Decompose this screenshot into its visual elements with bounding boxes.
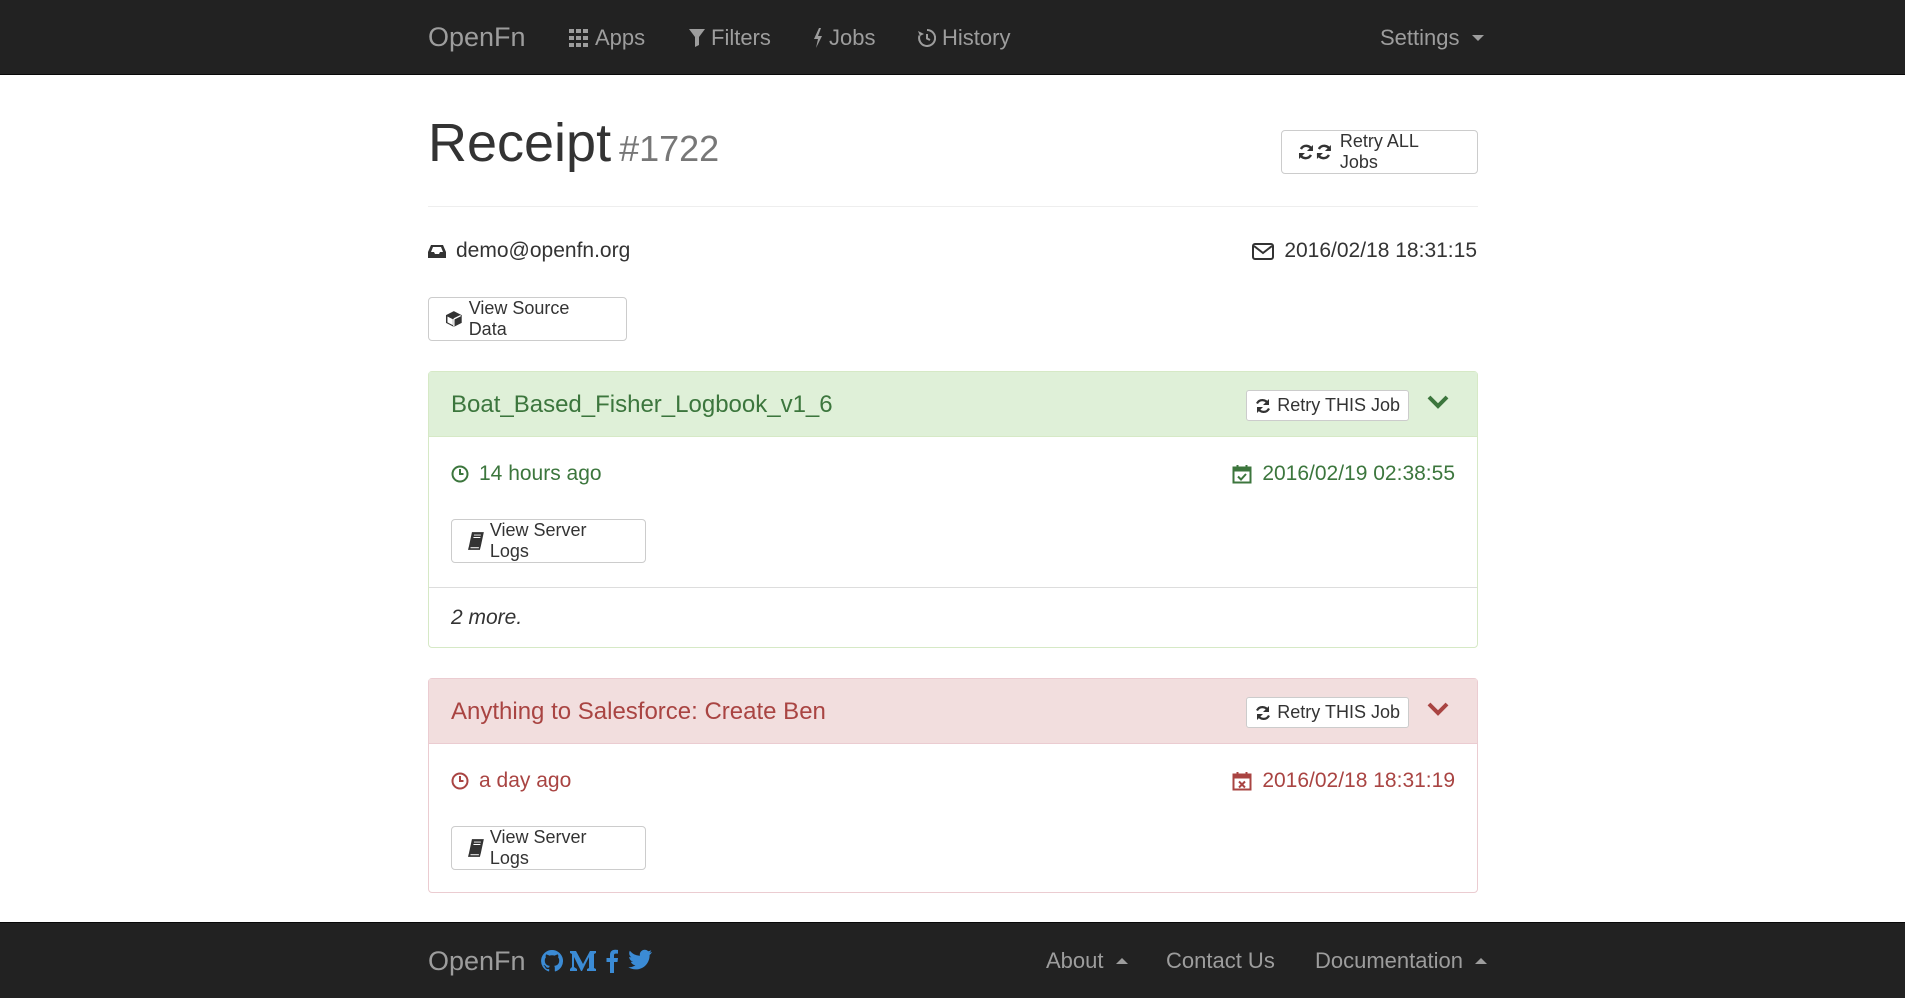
view-server-logs-label: View Server Logs <box>489 827 587 868</box>
retry-this-job-button[interactable]: Retry THIS Job <box>1246 390 1409 421</box>
refresh-icon <box>1256 398 1271 413</box>
job-relative-time: a day ago <box>451 769 571 793</box>
relative-time-text: a day ago <box>479 769 572 792</box>
caret-up-icon <box>1115 958 1128 964</box>
nav-item-label: Filters <box>711 24 771 50</box>
twitter-icon[interactable] <box>628 949 652 976</box>
grid-icon <box>569 28 588 47</box>
footer-about-dropdown[interactable]: About <box>1046 923 1128 999</box>
settings-dropdown[interactable]: Settings <box>1380 0 1484 75</box>
job-run-panel-success: Boat_Based_Fisher_Logbook_v1_6 Retry THI… <box>428 371 1478 648</box>
job-timestamp: 2016/02/18 18:31:19 <box>1232 769 1455 793</box>
facebook-icon[interactable] <box>605 949 619 978</box>
github-icon[interactable] <box>540 949 564 978</box>
receipt-received-time: 2016/02/18 18:31:15 <box>1252 239 1477 263</box>
nav-item-filters[interactable]: Filters <box>689 0 771 75</box>
documentation-label: Documentation <box>1315 948 1463 973</box>
receipt-source: demo@openfn.org <box>428 239 630 263</box>
clock-icon <box>451 772 469 790</box>
refresh-icon <box>1256 705 1271 720</box>
timestamp-text: 2016/02/18 18:31:19 <box>1262 769 1455 792</box>
receipt-number: #1722 <box>619 128 720 169</box>
nav-item-label: Apps <box>595 24 646 50</box>
retry-this-job-button[interactable]: Retry THIS Job <box>1246 697 1409 728</box>
view-source-label: View Source Data <box>468 298 570 339</box>
nav-item-label: History <box>942 24 1011 50</box>
timestamp-text: 2016/02/19 02:38:55 <box>1262 462 1455 485</box>
bolt-icon <box>814 27 822 48</box>
caret-up-icon <box>1474 958 1487 964</box>
footer-contact-link[interactable]: Contact Us <box>1166 923 1275 999</box>
view-server-logs-button[interactable]: View Server Logs <box>451 826 646 870</box>
settings-label: Settings <box>1380 24 1460 50</box>
book-icon <box>468 532 484 550</box>
about-label: About <box>1046 948 1104 973</box>
view-server-logs-button[interactable]: View Server Logs <box>451 519 646 563</box>
nav-item-label: Jobs <box>829 24 876 50</box>
caret-down-icon <box>1471 34 1484 41</box>
job-name[interactable]: Boat_Based_Fisher_Logbook_v1_6 <box>451 372 833 437</box>
envelope-icon <box>1252 242 1275 260</box>
retry-this-job-label: Retry THIS Job <box>1277 395 1400 415</box>
chevron-down-icon[interactable] <box>1427 394 1449 410</box>
job-panel-heading: Anything to Salesforce: Create Ben Retry… <box>429 679 1477 744</box>
job-run-panel-failure: Anything to Salesforce: Create Ben Retry… <box>428 678 1478 893</box>
footer-brand[interactable]: OpenFn <box>428 923 526 999</box>
chevron-down-icon[interactable] <box>1427 701 1449 717</box>
filter-icon <box>689 28 705 47</box>
more-runs-note: 2 more. <box>429 587 1477 647</box>
history-icon <box>918 28 936 47</box>
book-icon <box>468 839 484 857</box>
inbox-icon <box>428 245 446 258</box>
page-title: Receipt #1722 <box>428 112 719 174</box>
nav-item-history[interactable]: History <box>918 0 1010 75</box>
job-timestamp: 2016/02/19 02:38:55 <box>1232 462 1455 486</box>
cube-icon <box>445 311 462 327</box>
received-timestamp: 2016/02/18 18:31:15 <box>1284 239 1477 262</box>
footer-navbar: OpenFn About Contact Us Documentation <box>0 922 1905 998</box>
navbar-brand[interactable]: OpenFn <box>428 0 526 75</box>
job-relative-time: 14 hours ago <box>451 462 602 486</box>
view-server-logs-label: View Server Logs <box>489 520 587 561</box>
view-source-data-button[interactable]: View Source Data <box>428 297 627 341</box>
header-divider <box>428 206 1478 207</box>
nav-item-apps[interactable]: Apps <box>569 0 645 75</box>
footer-documentation-dropdown[interactable]: Documentation <box>1315 923 1487 999</box>
refresh-icon <box>1298 144 1332 160</box>
retry-this-job-label: Retry THIS Job <box>1277 702 1400 722</box>
nav-item-jobs[interactable]: Jobs <box>813 0 875 75</box>
calendar-check-icon <box>1232 465 1252 484</box>
receipt-title: Receipt <box>428 113 612 173</box>
retry-all-jobs-button[interactable]: Retry ALL Jobs <box>1281 130 1478 174</box>
top-navbar: OpenFn Apps Filters Jobs History Setting… <box>0 0 1905 75</box>
job-panel-heading: Boat_Based_Fisher_Logbook_v1_6 Retry THI… <box>429 372 1477 437</box>
job-name[interactable]: Anything to Salesforce: Create Ben <box>451 679 826 744</box>
relative-time-text: 14 hours ago <box>479 462 602 485</box>
retry-all-label: Retry ALL Jobs <box>1339 131 1419 172</box>
source-email: demo@openfn.org <box>456 239 631 262</box>
medium-icon[interactable] <box>570 949 596 978</box>
calendar-x-icon <box>1232 772 1252 791</box>
clock-icon <box>451 465 469 483</box>
contact-label: Contact Us <box>1166 948 1275 973</box>
